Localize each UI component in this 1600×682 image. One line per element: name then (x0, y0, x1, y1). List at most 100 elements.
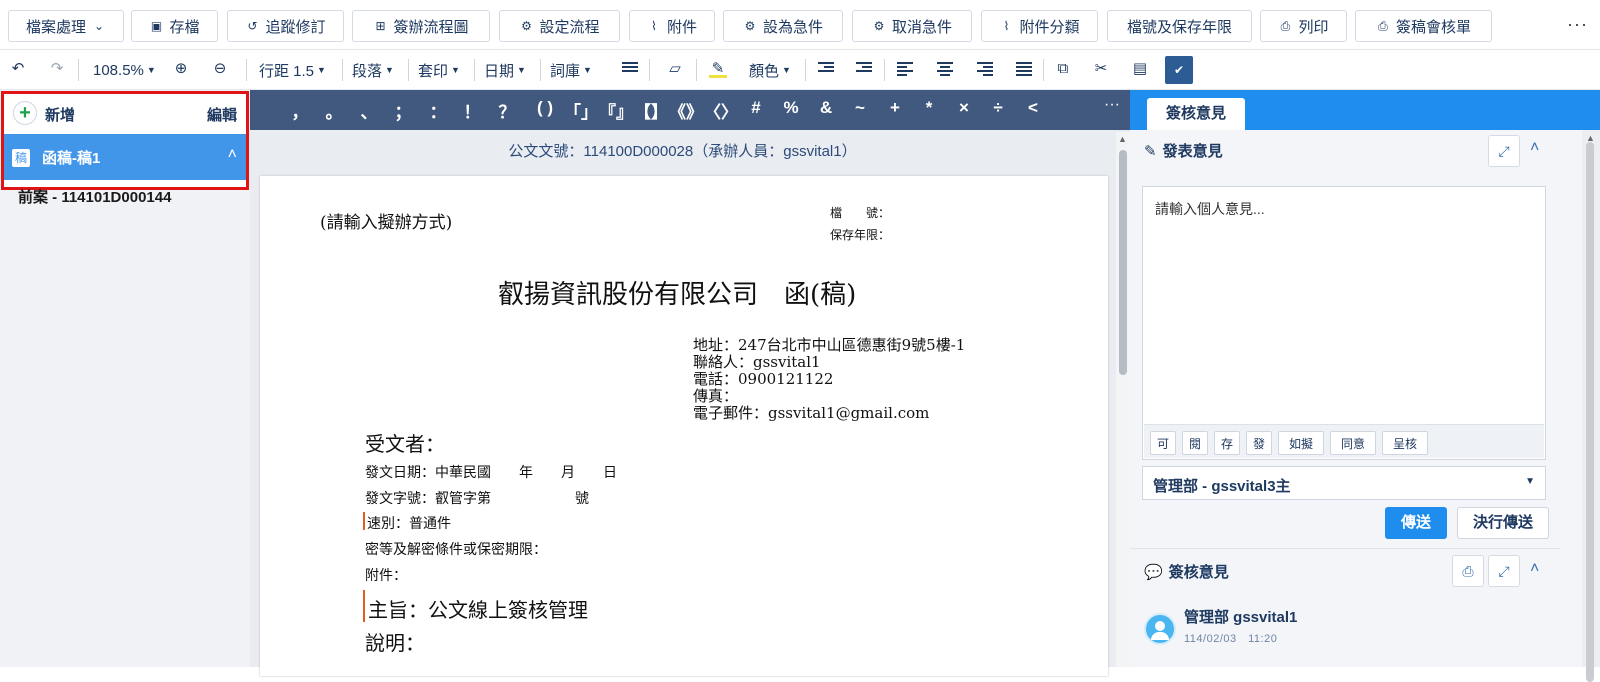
scroll-up-icon[interactable]: ▲ (1118, 134, 1127, 144)
tab-review-opinion[interactable]: 簽核意見 (1147, 98, 1245, 130)
list-icon[interactable] (622, 62, 638, 76)
date-select[interactable]: 日期 ▼ (484, 58, 526, 82)
cancel-urgent-button[interactable]: ⚙ 取消急件 (852, 10, 972, 42)
punct-button[interactable]: 【】 (633, 98, 669, 123)
draft-item-selected[interactable]: 稿 函稿-稿1 ˄ (4, 134, 246, 180)
quick-phrase-button[interactable]: 呈核 (1382, 431, 1428, 455)
more-punctuation-icon[interactable]: ··· (1104, 96, 1120, 114)
attachments-line[interactable]: 附件： (365, 565, 407, 585)
chevron-up-icon[interactable]: ˄ (1530, 560, 1539, 578)
secrecy-line[interactable]: 密等及解密條件或保密期限： (365, 539, 547, 559)
quick-phrase-button[interactable]: 如擬 (1278, 431, 1324, 455)
paste-icon[interactable]: ▤ (1131, 60, 1149, 78)
punct-button[interactable]: ， (285, 98, 315, 123)
punct-button[interactable]: & (811, 98, 841, 118)
punct-button[interactable]: 《》 (668, 98, 704, 123)
new-draft-button[interactable]: 新增 (45, 104, 75, 125)
indent-icon[interactable] (818, 62, 834, 76)
flowchart-button[interactable]: ⊞ 簽辦流程圖 (352, 10, 490, 42)
punct-button[interactable]: + (880, 98, 910, 118)
punct-button[interactable]: ； (388, 98, 418, 123)
quick-phrase-button[interactable]: 發 (1246, 431, 1272, 455)
explanation-line[interactable]: 說明： (365, 627, 425, 656)
punct-button[interactable]: % (776, 98, 806, 118)
recipient-select[interactable]: 管理部 - gssvital3主 ▼ (1142, 466, 1546, 500)
punct-button[interactable]: 「」 (563, 98, 599, 123)
punct-button[interactable]: 『』 (598, 98, 634, 123)
punct-button[interactable]: ： (423, 98, 453, 123)
set-flow-button[interactable]: ⚙ 設定流程 (499, 10, 620, 42)
align-right-icon[interactable] (977, 62, 993, 76)
file-number-retention-label: 檔號及保存年限 (1126, 18, 1232, 36)
template-print-select[interactable]: 套印 ▼ (418, 58, 460, 82)
punct-button[interactable]: ~ (845, 98, 875, 118)
recipient-line[interactable]: 受文者： (365, 428, 445, 457)
comment-time: 114/02/03 11:20 (1184, 633, 1278, 645)
undo-icon[interactable]: ↶ (9, 60, 27, 78)
quick-phrase-button[interactable]: 存 (1214, 431, 1240, 455)
punct-button[interactable]: ( ) (527, 98, 563, 118)
zoom-out-icon[interactable]: ⊖ (211, 60, 229, 78)
attachment-category-button[interactable]: ⌇ 附件分纇 (981, 10, 1098, 42)
separator (696, 59, 697, 81)
document-page[interactable]: (請輸入擬辦方式) 檔 號： 保存年限： 叡揚資訊股份有限公司 函(稿) 地址：… (260, 176, 1108, 676)
quick-phrase-button[interactable]: 可 (1150, 431, 1176, 455)
attachment-button[interactable]: ⌇ 附件 (629, 10, 715, 42)
punct-button[interactable]: ？ (492, 98, 522, 123)
color-select[interactable]: 顏色 ▼ (749, 58, 791, 82)
review-scrollbar[interactable]: ▲ (1582, 130, 1600, 682)
previous-case-item[interactable]: 前案 - 114101D000144 (18, 186, 171, 207)
save-button[interactable]: ▣ 存檔 (131, 10, 218, 42)
more-menu-icon[interactable]: ··· (1567, 14, 1588, 35)
punct-button[interactable]: × (949, 98, 979, 118)
zoom-select[interactable]: 108.5% ▼ (93, 58, 156, 82)
quick-phrase-button[interactable]: 閱 (1182, 431, 1208, 455)
edit-button[interactable]: 編輯 (207, 104, 237, 125)
punct-button[interactable]: ！ (457, 98, 487, 123)
sticky-note-icon[interactable]: ▱ (666, 60, 684, 78)
justify-icon[interactable] (1016, 62, 1032, 76)
opinion-textarea[interactable]: 請輸入個人意見... 可 閱 存 發 如擬 同意 呈核 (1142, 186, 1546, 460)
zoom-in-icon[interactable]: ⊕ (172, 60, 190, 78)
scrollbar-thumb[interactable] (1119, 150, 1127, 375)
highlighter-icon[interactable]: ✎ (709, 60, 727, 78)
file-number-retention-button[interactable]: 檔號及保存年限 (1107, 10, 1252, 42)
subject-line[interactable]: 主旨：公文線上簽核管理 (368, 594, 588, 623)
expand-icon[interactable]: ⤢ (1488, 555, 1520, 587)
paragraph-select[interactable]: 段落 ▼ (352, 58, 394, 82)
method-placeholder[interactable]: (請輸入擬辦方式) (320, 208, 452, 233)
decide-send-button[interactable]: 決行傳送 (1457, 507, 1549, 539)
quick-phrase-button[interactable]: 同意 (1330, 431, 1376, 455)
align-left-icon[interactable] (897, 62, 913, 76)
expand-icon[interactable]: ⤢ (1488, 135, 1520, 167)
outdent-icon[interactable] (856, 62, 872, 76)
track-changes-button[interactable]: ↺ 追蹤修訂 (227, 10, 344, 42)
add-icon[interactable]: + (13, 101, 37, 125)
chevron-up-icon[interactable]: ˄ (228, 146, 237, 164)
punct-button[interactable]: # (741, 98, 771, 118)
punct-button[interactable]: * (914, 98, 944, 118)
print-button[interactable]: ⎙ 列印 (1260, 10, 1347, 42)
spellcheck-icon[interactable]: ✔ (1165, 56, 1193, 84)
print-opinions-icon[interactable]: ⎙ (1452, 555, 1484, 587)
redo-icon[interactable]: ↷ (48, 60, 66, 78)
punct-button[interactable]: ÷ (983, 98, 1013, 118)
punct-button[interactable]: < (1018, 98, 1048, 118)
align-center-icon[interactable] (937, 62, 953, 76)
set-urgent-button[interactable]: ⚙ 設為急件 (723, 10, 843, 42)
copy-icon[interactable]: ⧉ (1054, 60, 1072, 78)
send-button[interactable]: 傳送 (1385, 507, 1447, 539)
scissors-icon[interactable]: ✂ (1092, 60, 1110, 78)
phrase-library-select[interactable]: 詞庫 ▼ (550, 58, 592, 82)
chevron-up-icon[interactable]: ˄ (1530, 139, 1539, 157)
line-spacing-select[interactable]: 行距 1.5 ▼ (259, 58, 326, 82)
punct-button[interactable]: 。 (319, 98, 349, 123)
file-menu-button[interactable]: 檔案處理 ⌄ (8, 10, 124, 42)
punct-button[interactable]: 、 (354, 98, 384, 123)
punct-button[interactable]: 〈〉 (703, 98, 739, 123)
paperclip-icon: ⌇ (651, 19, 657, 33)
editor-scrollbar[interactable]: ▲ (1116, 132, 1130, 667)
speed-line[interactable]: 速別：普通件 (367, 513, 451, 533)
print-sign-sheet-button[interactable]: ⎙ 簽稿會核單 (1355, 10, 1492, 42)
scrollbar-thumb[interactable] (1586, 142, 1594, 682)
